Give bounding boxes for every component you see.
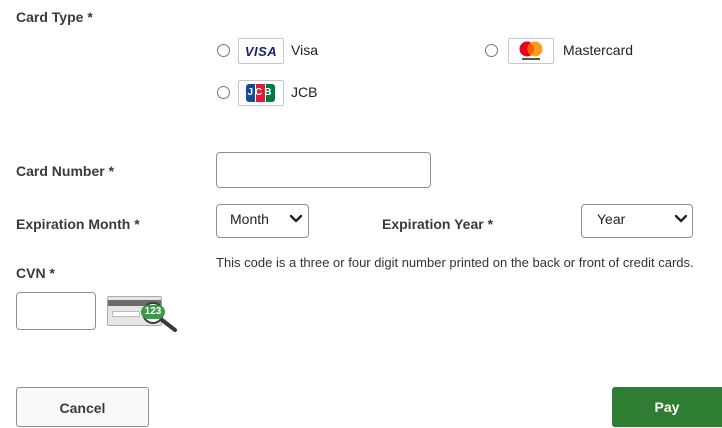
visa-logo-icon: VISA (238, 38, 284, 64)
mastercard-label: Mastercard (563, 42, 634, 58)
pay-button[interactable]: Pay (612, 387, 722, 427)
expiration-month-select[interactable]: Month (216, 204, 309, 238)
jcb-radio[interactable] (217, 86, 230, 99)
expiration-year-value: Year (597, 211, 626, 227)
cvn-label: CVN * (16, 265, 55, 281)
chevron-down-icon (290, 214, 302, 223)
visa-logo-text: VISA (244, 44, 278, 59)
card-number-input[interactable] (216, 152, 431, 188)
cvn-card-back-icon: 123 (107, 296, 179, 332)
expiration-month-value: Month (230, 211, 269, 227)
chevron-down-icon (675, 214, 687, 223)
expiration-year-select[interactable]: Year (581, 204, 693, 238)
cvn-code-badge: 123 (141, 305, 165, 319)
card-option-visa[interactable]: VISA Visa (216, 37, 336, 65)
jcb-logo-text: JCB (247, 87, 274, 98)
visa-label: Visa (291, 42, 318, 58)
cvn-help-text: This code is a three or four digit numbe… (216, 255, 694, 270)
visa-radio[interactable] (217, 44, 230, 57)
jcb-logo-icon: JCB (238, 80, 284, 106)
mastercard-logo-icon (508, 38, 554, 64)
card-option-jcb[interactable]: JCB JCB (216, 79, 336, 107)
jcb-label: JCB (291, 84, 318, 100)
expiration-year-label: Expiration Year * (382, 216, 494, 232)
card-type-label: Card Type * (16, 9, 93, 25)
card-number-label: Card Number * (16, 163, 115, 179)
mastercard-radio[interactable] (485, 44, 498, 57)
card-option-mastercard[interactable]: Mastercard (484, 37, 654, 65)
cvn-input[interactable] (16, 292, 96, 330)
cancel-button[interactable]: Cancel (16, 387, 149, 427)
expiration-month-label: Expiration Month * (16, 216, 140, 232)
